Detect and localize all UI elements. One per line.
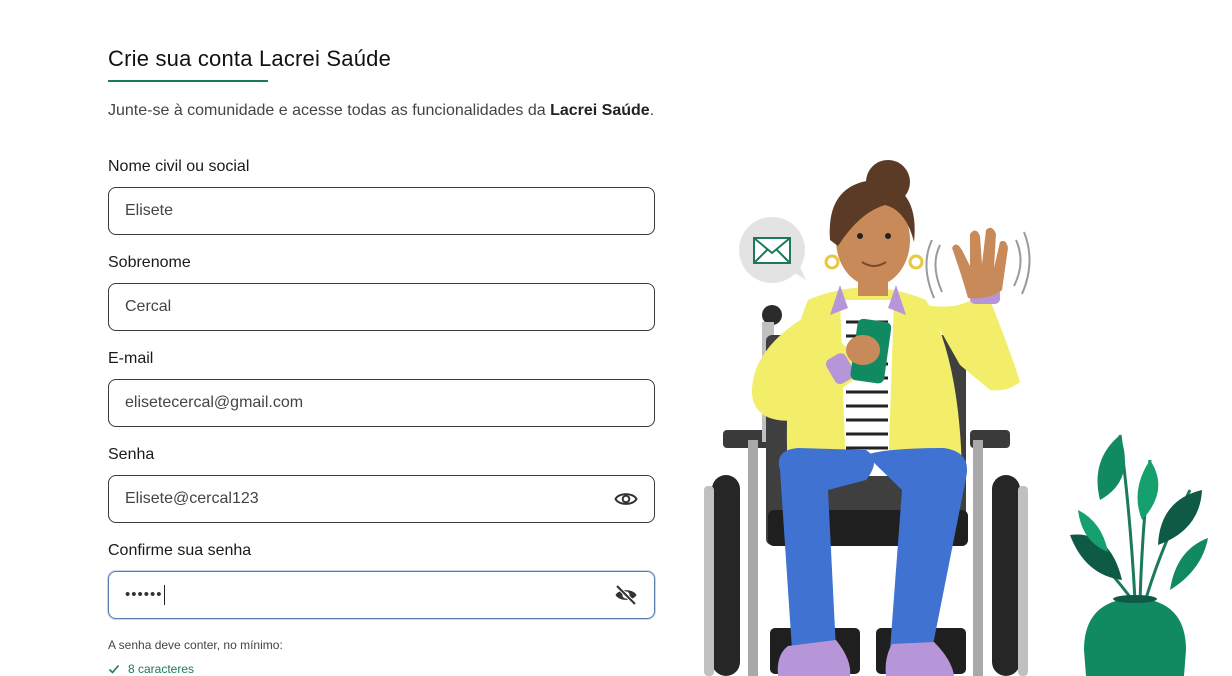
text-caret [163,585,165,605]
password-value[interactable]: Elisete@cercal123 [125,490,614,508]
confirm-password-field[interactable]: •••••• [108,571,655,619]
envelope-icon [739,217,806,283]
password-hint: A senha deve conter, no mínimo: [108,638,283,652]
requirement-label: 8 caracteres [128,662,195,676]
subtitle-text: Junte-se à comunidade e acesse todas as … [108,102,551,119]
email-label: E-mail [108,350,154,367]
plant-illustration [1070,434,1208,676]
last-name-label: Sobrenome [108,254,191,271]
email-value[interactable]: elisetecercal@gmail.com [125,394,638,412]
first-name-label: Nome civil ou social [108,158,250,175]
eye-off-icon[interactable] [614,583,638,607]
page-title: Crie sua conta Lacrei Saúde [108,46,392,71]
confirm-password-text: •••••• [125,585,163,603]
last-name-field[interactable]: Cercal [108,283,655,331]
subtitle-suffix: . [649,102,655,119]
password-field[interactable]: Elisete@cercal123 [108,475,655,523]
first-name-value[interactable]: Elisete [125,202,638,220]
eye-icon[interactable] [614,487,638,511]
email-field[interactable]: elisetecercal@gmail.com [108,379,655,427]
password-label: Senha [108,446,155,463]
title-underline [108,80,268,82]
signup-illustration [690,150,1232,676]
last-name-value[interactable]: Cercal [125,298,638,316]
confirm-password-value[interactable]: •••••• [125,585,614,605]
requirement-item: 8 caracteres [108,662,194,676]
person-in-wheelchair-illustration [704,160,1208,676]
page-subtitle: Junte-se à comunidade e acesse todas as … [108,102,654,120]
check-icon [108,664,120,674]
first-name-field[interactable]: Elisete [108,187,655,235]
subtitle-brand: Lacrei Saúde [550,102,650,119]
confirm-password-label: Confirme sua senha [108,542,252,559]
